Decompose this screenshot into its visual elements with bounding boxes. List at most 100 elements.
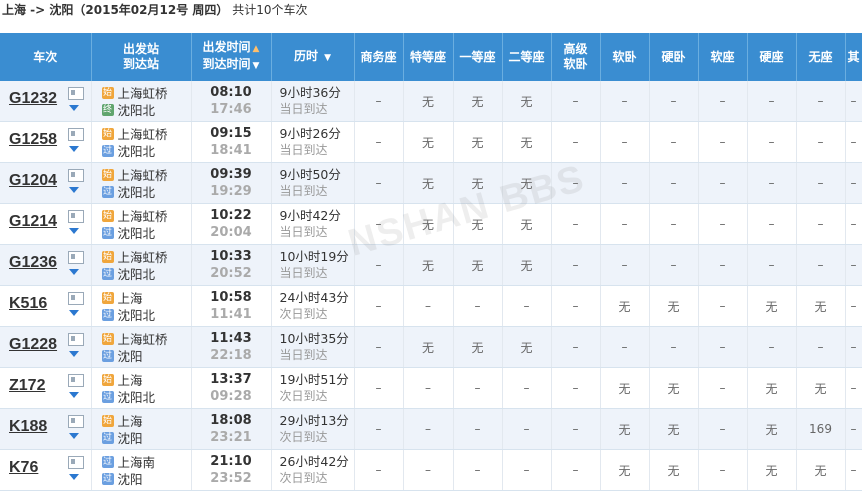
- seat-availability: –: [845, 285, 862, 327]
- arrival-station: 沈阳: [117, 431, 143, 446]
- seat-availability: –: [747, 326, 797, 368]
- train-info-icon[interactable]: [68, 251, 84, 264]
- time-cell: 10:33 20:52: [191, 244, 272, 286]
- route-text: 上海 -> 沈阳: [2, 3, 74, 17]
- seat-availability: 无: [600, 449, 650, 491]
- departure-time: 21:10: [210, 454, 252, 469]
- seat-availability: 无: [453, 326, 503, 368]
- train-info-icon[interactable]: [68, 128, 84, 141]
- seat-availability: 无: [649, 367, 699, 409]
- seat-availability: –: [698, 367, 748, 409]
- seat-availability: 无: [403, 81, 454, 122]
- col-seat-first: 一等座: [453, 33, 503, 81]
- train-number-link[interactable]: G1204: [9, 172, 57, 190]
- expand-down-icon[interactable]: [69, 351, 79, 357]
- arrival-station: 沈阳北: [117, 103, 156, 118]
- expand-down-icon[interactable]: [69, 310, 79, 316]
- station-type-badge: 过: [101, 390, 114, 403]
- station-type-badge: 过: [101, 185, 114, 198]
- train-info-icon[interactable]: [68, 210, 84, 223]
- seat-availability: –: [551, 81, 601, 122]
- train-table: 车次 出发站 到达站 出发时间 ▲ 到达时间 ▼ 历时 ▼ 商务座 特等座 一等座 二等…: [0, 33, 862, 491]
- seat-availability: –: [600, 203, 650, 245]
- seat-availability: 无: [502, 244, 552, 286]
- col-duration[interactable]: 历时 ▼: [271, 33, 355, 81]
- arrival-time: 23:21: [210, 430, 252, 445]
- seat-availability: –: [453, 408, 503, 450]
- station-cell: 始上海虹桥 过沈阳: [91, 326, 192, 368]
- expand-down-icon[interactable]: [69, 392, 79, 398]
- departure-time: 08:10: [210, 85, 252, 100]
- seat-availability: 无: [453, 203, 503, 245]
- train-number-link[interactable]: G1236: [9, 254, 57, 272]
- seat-availability: –: [502, 285, 552, 327]
- station-type-badge: 始: [101, 250, 114, 263]
- expand-down-icon[interactable]: [69, 474, 79, 480]
- train-number-link[interactable]: G1228: [9, 336, 57, 354]
- station-type-badge: 过: [101, 431, 114, 444]
- seat-availability: 无: [796, 449, 846, 491]
- seat-availability: –: [551, 244, 601, 286]
- train-info-icon[interactable]: [68, 374, 84, 387]
- train-number-link[interactable]: Z172: [9, 377, 45, 395]
- station-type-badge: 过: [101, 455, 114, 468]
- arrival-day: 当日到达: [279, 184, 328, 198]
- arrival-day: 当日到达: [279, 143, 328, 157]
- col-times[interactable]: 出发时间 ▲ 到达时间 ▼: [191, 33, 272, 81]
- train-number-link[interactable]: G1214: [9, 213, 57, 231]
- sort-up-icon[interactable]: ▲: [253, 42, 260, 57]
- train-info-icon[interactable]: [68, 292, 84, 305]
- train-number-link[interactable]: G1232: [9, 90, 57, 108]
- arrival-station: 沈阳北: [117, 308, 156, 323]
- train-number-link[interactable]: K188: [9, 418, 47, 436]
- seat-availability: –: [845, 162, 862, 204]
- time-cell: 10:22 20:04: [191, 203, 272, 245]
- seat-availability: –: [551, 367, 601, 409]
- arrival-station: 沈阳北: [117, 267, 156, 282]
- table-row: G1228 始上海虹桥 过沈阳 11:43 22:18 10小时35分 当日到达…: [0, 326, 862, 368]
- arrival-station: 沈阳北: [117, 390, 156, 405]
- train-info-icon[interactable]: [68, 169, 84, 182]
- expand-down-icon[interactable]: [69, 146, 79, 152]
- seat-availability: –: [354, 367, 404, 409]
- train-count: 共计10个车次: [232, 3, 308, 17]
- train-info-icon[interactable]: [68, 333, 84, 346]
- arrival-time: 11:41: [210, 307, 252, 322]
- expand-down-icon[interactable]: [69, 105, 79, 111]
- seat-availability: –: [453, 285, 503, 327]
- seat-availability: –: [502, 408, 552, 450]
- seat-availability: 无: [747, 449, 797, 491]
- train-info-icon[interactable]: [68, 87, 84, 100]
- arrival-time: 20:52: [210, 266, 252, 281]
- station-type-badge: 始: [101, 291, 114, 304]
- seat-availability: –: [502, 449, 552, 491]
- expand-down-icon[interactable]: [69, 187, 79, 193]
- train-number-link[interactable]: K516: [9, 295, 47, 313]
- table-header: 车次 出发站 到达站 出发时间 ▲ 到达时间 ▼ 历时 ▼ 商务座 特等座 一等座 二等…: [0, 33, 862, 81]
- expand-down-icon[interactable]: [69, 269, 79, 275]
- train-info-icon[interactable]: [68, 415, 84, 428]
- train-number-link[interactable]: K76: [9, 459, 38, 477]
- seat-availability: –: [403, 285, 454, 327]
- sort-duration-icon[interactable]: ▼: [324, 51, 331, 66]
- duration-value: 26小时42分: [279, 454, 349, 469]
- station-cell: 始上海虹桥 过沈阳北: [91, 244, 192, 286]
- train-number-link[interactable]: G1258: [9, 131, 57, 149]
- arrival-time: 09:28: [210, 389, 252, 404]
- time-cell: 21:10 23:52: [191, 449, 272, 491]
- station-type-badge: 始: [101, 127, 114, 140]
- expand-down-icon[interactable]: [69, 228, 79, 234]
- arrival-station: 沈阳: [117, 472, 143, 487]
- seat-availability: 无: [502, 81, 552, 122]
- sort-down-icon[interactable]: ▼: [253, 59, 260, 74]
- duration-value: 9小时36分: [279, 85, 341, 100]
- arrival-time: 19:29: [210, 184, 252, 199]
- departure-time: 10:58: [210, 290, 252, 305]
- time-cell: 10:58 11:41: [191, 285, 272, 327]
- station-type-badge: 始: [101, 373, 114, 386]
- station-cell: 始上海 过沈阳北: [91, 285, 192, 327]
- seat-availability: –: [747, 244, 797, 286]
- expand-down-icon[interactable]: [69, 433, 79, 439]
- table-row: G1236 始上海虹桥 过沈阳北 10:33 20:52 10小时19分 当日到…: [0, 244, 862, 286]
- train-info-icon[interactable]: [68, 456, 84, 469]
